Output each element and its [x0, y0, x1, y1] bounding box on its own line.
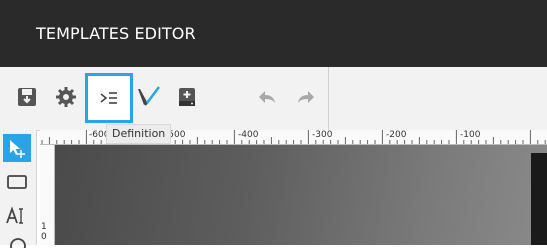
toolbar: [0, 67, 547, 131]
gear-icon: [56, 87, 76, 107]
tooltip: Definition: [106, 124, 172, 144]
page-title: TEMPLATES EDITOR: [36, 24, 196, 43]
app-header: TEMPLATES EDITOR: [0, 0, 547, 67]
pen-button[interactable]: [131, 80, 165, 114]
ruler-label: -300: [312, 130, 333, 140]
select-tool[interactable]: [3, 134, 31, 162]
save-button[interactable]: [10, 80, 44, 114]
definition-button[interactable]: [85, 73, 133, 123]
ruler-label: 1: [41, 222, 47, 232]
redo-icon: [298, 91, 314, 103]
ruler-label: -200: [386, 130, 407, 140]
ruler-label: -100: [460, 130, 481, 140]
redo-button[interactable]: [289, 80, 323, 114]
shape-tool-icon: [10, 238, 26, 248]
save-icon: [18, 88, 36, 106]
settings-button[interactable]: [49, 80, 83, 114]
text-tool[interactable]: [3, 202, 31, 230]
text-tool-icon: [6, 206, 23, 224]
ruler-label: -400: [238, 130, 259, 140]
select-tool-icon: [10, 140, 25, 158]
ruler-label: 0: [41, 232, 47, 242]
pen-icon: [138, 86, 160, 106]
add-storage-icon: [179, 88, 195, 106]
template-page-edge: [531, 153, 547, 245]
add-storage-button[interactable]: [170, 80, 204, 114]
vertical-ruler: 1 0: [40, 145, 55, 245]
editor-canvas[interactable]: [55, 145, 547, 245]
shape-tool[interactable]: [3, 234, 31, 248]
undo-button[interactable]: [250, 80, 284, 114]
tools-panel: [0, 130, 37, 248]
rectangle-tool[interactable]: [3, 168, 31, 196]
undo-icon: [259, 91, 275, 103]
toolbar-separator: [328, 67, 329, 130]
rectangle-tool-icon: [7, 175, 27, 189]
definition-icon: [100, 92, 117, 104]
